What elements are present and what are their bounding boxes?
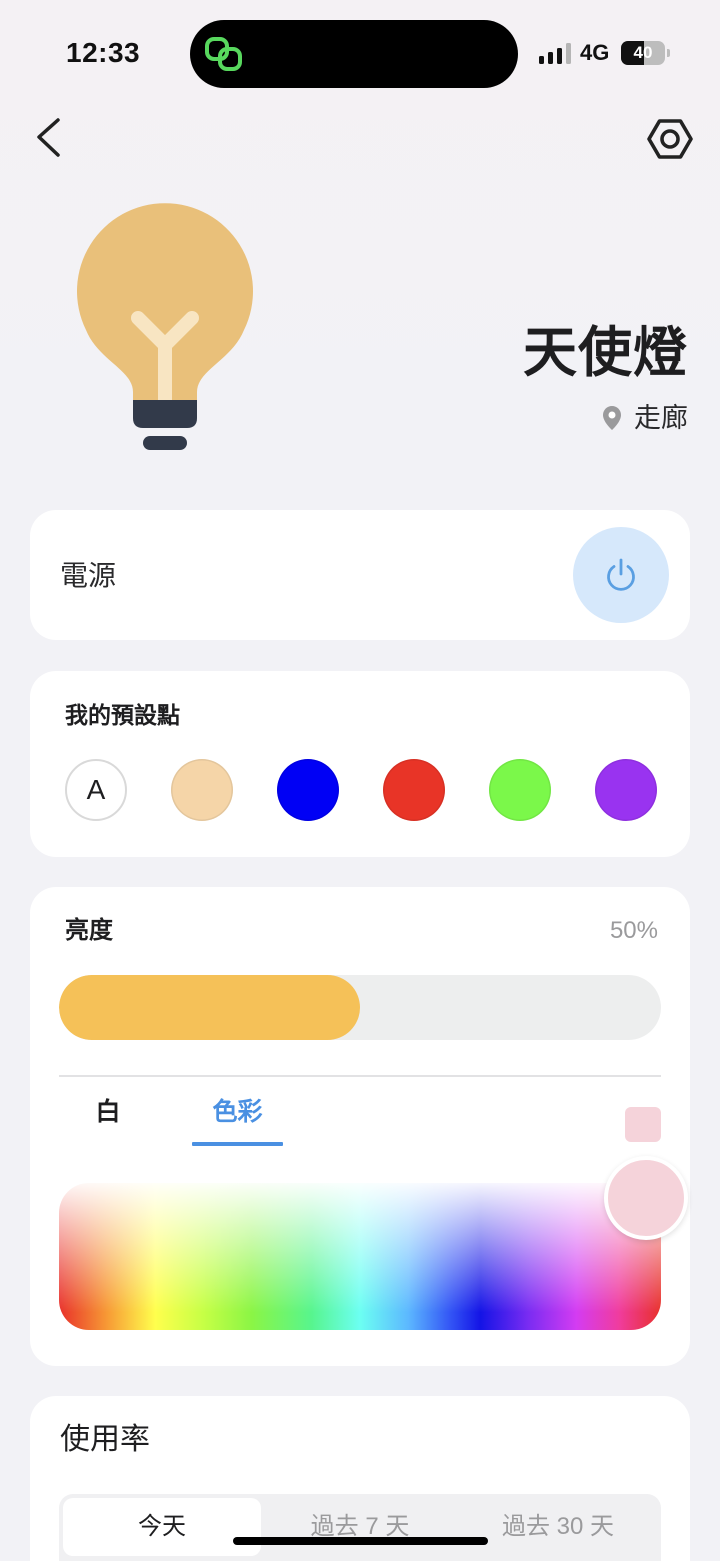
brightness-fill (59, 975, 360, 1040)
brightness-label: 亮度 (65, 917, 113, 944)
tab-color-label: 色彩 (212, 1098, 263, 1126)
selected-color-swatch (625, 1107, 661, 1142)
device-name: 天使燈 (523, 323, 688, 383)
settings-button[interactable] (646, 115, 694, 163)
preset-green[interactable] (489, 759, 551, 821)
settings-hexagon-icon (647, 119, 693, 159)
chevron-left-icon (37, 118, 60, 157)
tab-color[interactable]: 色彩 (192, 1095, 283, 1146)
link-activity-icon (203, 35, 245, 73)
tab-underline (192, 1142, 283, 1146)
usage-range-selector: 今天 過去 7 天 過去 30 天 (59, 1494, 661, 1561)
range-7-days[interactable]: 過去 7 天 (261, 1498, 459, 1556)
light-control-card: 亮度 50% 白 色彩 (30, 887, 690, 1366)
brightness-slider[interactable] (59, 975, 661, 1040)
lightbulb-icon (70, 200, 265, 460)
location-label: 走廊 (634, 403, 688, 433)
battery-level: 40 (633, 43, 653, 62)
presets-title: 我的預設點 (65, 702, 180, 728)
preset-blue[interactable] (277, 759, 339, 821)
preset-row: A (65, 759, 657, 821)
preset-red[interactable] (383, 759, 445, 821)
range-30-days[interactable]: 過去 30 天 (459, 1498, 657, 1556)
device-location: 走廊 (602, 402, 688, 434)
usage-title: 使用率 (60, 1423, 150, 1456)
tab-white-label: 白 (95, 1098, 121, 1126)
power-icon (607, 558, 635, 591)
home-indicator[interactable] (233, 1537, 488, 1545)
presets-card: 我的預設點 A (30, 671, 690, 857)
preset-peach[interactable] (171, 759, 233, 821)
tab-white[interactable]: 白 (78, 1095, 138, 1129)
divider (59, 1075, 661, 1077)
battery-icon: 40 (621, 41, 665, 65)
preset-purple[interactable] (595, 759, 657, 821)
preset-a[interactable]: A (65, 759, 127, 821)
cellular-signal-icon (539, 43, 573, 64)
brightness-value: 50% (609, 917, 658, 944)
location-pin-icon (602, 405, 622, 431)
power-label: 電源 (60, 560, 117, 591)
power-button[interactable] (573, 527, 669, 623)
screen: 12:33 4G 40 天使燈 走廊 電源 我的預設點 A 亮度 50% 白 色… (0, 0, 720, 1561)
dynamic-island[interactable] (190, 20, 518, 88)
battery-nub (667, 49, 670, 57)
color-spectrum-picker[interactable] (59, 1183, 661, 1330)
color-picker-thumb[interactable] (604, 1156, 688, 1240)
range-today[interactable]: 今天 (63, 1498, 261, 1556)
network-type: 4G (580, 40, 610, 65)
power-card: 電源 (30, 510, 690, 640)
back-button[interactable] (28, 112, 72, 162)
preset-a-label: A (86, 774, 106, 805)
status-time: 12:33 (66, 37, 141, 68)
